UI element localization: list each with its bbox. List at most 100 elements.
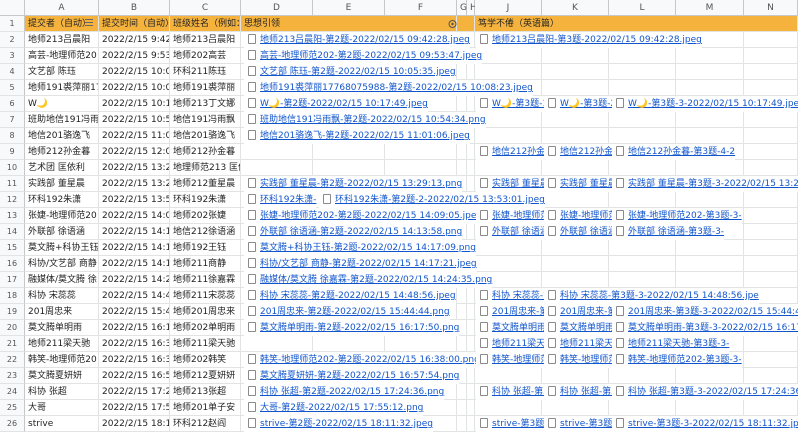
file-link-chip[interactable]: 201周忠来-第2题-2022/02/15 15:44:44.png [244,304,450,320]
row-number[interactable]: 10 [0,160,25,176]
file-link-chip[interactable]: W🌙-第3题-2- [544,96,620,112]
file-link-chip[interactable]: 莫文腾单明雨-第3题-3-2022/02/15 16:17:50 [612,320,798,336]
empty-cell[interactable] [475,160,542,176]
empty-cell[interactable] [313,336,385,352]
empty-cell[interactable] [313,160,385,176]
column-header-b[interactable]: B [99,0,170,16]
file-link[interactable]: 韩笑-地理师范202-第2题-2022/02/15 16:38:00.png [260,355,480,365]
empty-cell[interactable] [457,400,467,416]
cell-c[interactable]: 地师212孙金暮 [170,144,241,160]
empty-cell[interactable] [467,384,475,400]
cell-c[interactable]: 地理师范213 匡依利 [170,160,241,176]
empty-cell[interactable] [609,128,676,144]
file-link-chip[interactable]: 科协 宋蕊蕊-第 [476,288,553,304]
header-cell-empty[interactable] [457,16,475,32]
empty-cell[interactable] [609,368,676,384]
cell-c[interactable]: 地师201周忠来 [170,304,241,320]
column-header-n[interactable]: N [744,0,798,16]
empty-cell[interactable] [467,160,475,176]
cell-c[interactable]: 地师191裘萍丽 [170,80,241,96]
file-link-chip[interactable]: W🌙-第2题-2022/02/15 10:17:49.jpeg [244,96,428,112]
file-link[interactable]: W🌙-第3题-3-2022/02/15 10:17:49.jpeg [628,99,798,109]
cell-c[interactable]: 地师202高芸 [170,48,241,64]
header-cell-english[interactable]: 笃学不倦（英语篇） [475,16,798,32]
empty-cell[interactable] [457,96,467,112]
cell-a[interactable]: 科协/文艺部 商静 [25,256,99,272]
cell-b[interactable]: 2022/2/15 12:01:44 [99,144,170,160]
file-link-chip[interactable]: 科协/文艺部 商静-第2题-2022/02/15 14:17:21.jpeg [244,256,477,272]
file-link[interactable]: 莫文腾单明雨-第3题-3-2022/02/15 16:17:50 [628,323,798,333]
empty-cell[interactable] [241,336,313,352]
empty-cell[interactable] [542,192,609,208]
file-link-chip[interactable]: 大哥-第2题-2022/02/15 17:55:12.png [244,400,424,416]
empty-cell[interactable] [744,352,798,368]
filter-menu-icon[interactable] [84,17,94,30]
row-number[interactable]: 3 [0,48,25,64]
cell-a[interactable]: 张婕-地理师范20 [25,208,99,224]
cell-b[interactable]: 2022/2/15 15:44:44 [99,304,170,320]
cell-a[interactable]: 莫文腾单明雨 [25,320,99,336]
row-number[interactable]: 25 [0,400,25,416]
file-link-chip[interactable]: 外联部 徐语涵-第3题-3- [612,224,725,240]
cell-c[interactable]: 地师211宋蕊蕊 [170,288,241,304]
file-link[interactable]: 地信212孙金暮-第3题-4-2 [628,147,735,157]
empty-cell[interactable] [542,400,609,416]
row-number[interactable]: 9 [0,144,25,160]
column-header-e[interactable]: E [313,0,385,16]
empty-cell[interactable] [609,192,676,208]
file-link[interactable]: 外联部 徐语涵 [560,227,617,237]
file-link[interactable]: 莫文腾+科协王钰-第2题-2022/02/15 14:17:09.png [260,243,476,253]
cell-b[interactable]: 2022/2/15 14:17:21 [99,256,170,272]
cell-a[interactable]: 科协 张超 [25,384,99,400]
empty-cell[interactable] [609,48,676,64]
file-link-chip[interactable]: 201周忠来-第3题-3-2022/02/15 15:44:44.jp [612,304,798,320]
empty-cell[interactable] [744,256,798,272]
empty-cell[interactable] [609,272,676,288]
file-link[interactable]: 高芸-地理师范202-第2题-2022/02/15 09:53:47.jpeg [260,51,482,61]
file-link[interactable]: W🌙-第3题-1- [492,99,551,109]
cell-b[interactable]: 2022/2/15 16:36:30 [99,336,170,352]
cell-b[interactable]: 2022/2/15 16:57:54 [99,368,170,384]
cell-a[interactable]: 莫文腾夏妍妍 [25,368,99,384]
empty-cell[interactable] [609,240,676,256]
empty-cell[interactable] [744,160,798,176]
row-number[interactable]: 22 [0,352,25,368]
empty-cell[interactable] [744,48,798,64]
row-number[interactable]: 5 [0,80,25,96]
file-link-chip[interactable]: 科协 宋蕊蕊-第2题-2022/02/15 14:48:56.jpeg [244,288,456,304]
empty-cell[interactable] [475,128,542,144]
empty-cell[interactable] [467,304,475,320]
select-all-corner[interactable] [0,0,25,16]
cell-c[interactable]: 地师211徐嘉霖 [170,272,241,288]
cell-a[interactable]: 大哥 [25,400,99,416]
empty-cell[interactable] [609,256,676,272]
cell-b[interactable]: 2022/2/15 14:48:56 [99,288,170,304]
file-link-chip[interactable]: W🌙-第3题-3-2022/02/15 10:17:49.jpeg [612,96,798,112]
cell-b[interactable]: 2022/2/15 10:05:35 [99,64,170,80]
cell-b[interactable]: 2022/2/15 14:24:35 [99,272,170,288]
row-number[interactable]: 19 [0,304,25,320]
file-link[interactable]: 实践部 董星晨-第3题-3-2022/02/15 13:29:1 [628,179,798,189]
file-link[interactable]: strive-第3题-3-2022/02/15 18:11:32.jpe [628,419,798,429]
empty-cell[interactable] [676,112,744,128]
cell-a[interactable]: 高芸-地理师范20 [25,48,99,64]
row-number[interactable]: 17 [0,272,25,288]
cell-c[interactable]: 地师213丁文娜 [170,96,241,112]
empty-cell[interactable] [475,256,542,272]
row-number[interactable]: 12 [0,192,25,208]
row-number[interactable]: 13 [0,208,25,224]
file-link-chip[interactable]: 莫文腾夏妍妍-第2题-2022/02/15 16:57:54.png [244,368,460,384]
empty-cell[interactable] [676,64,744,80]
cell-a[interactable]: 地师213吕晨阳 [25,32,99,48]
spreadsheet-grid[interactable]: A B C D E F G H J K L M N 1 提交者（自动） 提交时间… [0,0,798,433]
empty-cell[interactable] [475,48,542,64]
file-link-chip[interactable]: 科协 张超-第3题-3-2022/02/15 17:24:36.pr [612,384,798,400]
cell-b[interactable]: 2022/2/15 17:24:36 [99,384,170,400]
cell-c[interactable]: 地师201单子安 [170,400,241,416]
file-link[interactable]: 科协 张超-第3 [492,387,549,397]
empty-cell[interactable] [385,336,457,352]
cell-c[interactable]: 地信201骆逸飞 [170,128,241,144]
file-link-chip[interactable]: 地信212孙金暮 [476,144,555,160]
empty-cell[interactable] [313,144,385,160]
cell-a[interactable]: 地师191裘萍丽17 [25,80,99,96]
